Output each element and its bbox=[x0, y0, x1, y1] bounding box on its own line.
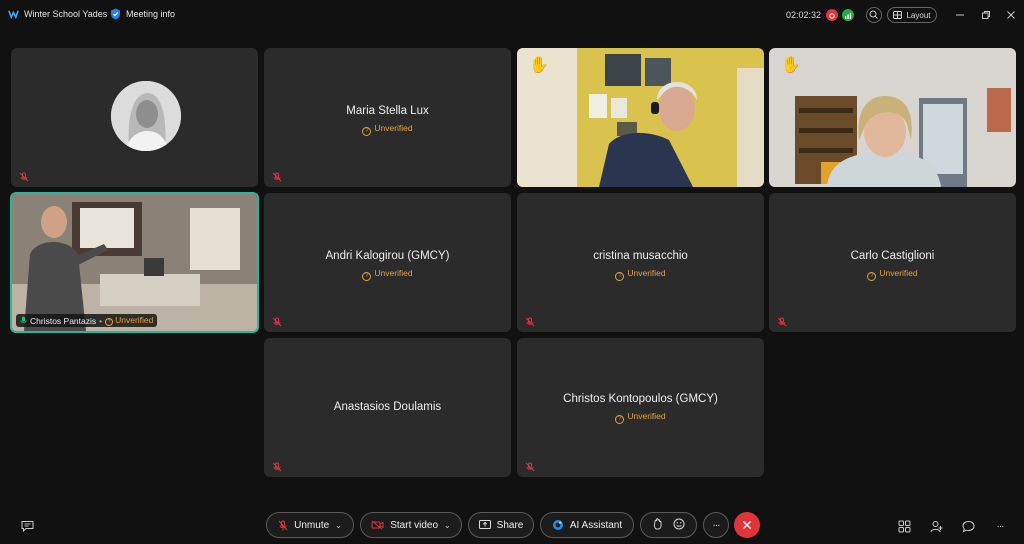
speaker-name-tag: Christos Pantazis • ? Unverified bbox=[16, 314, 158, 327]
raise-hand-button[interactable] bbox=[653, 517, 663, 533]
app-title-group: Winter School Yades bbox=[8, 8, 107, 19]
participants-button[interactable] bbox=[929, 519, 943, 533]
ai-assistant-button[interactable]: AI Assistant bbox=[540, 512, 634, 538]
chat-button[interactable] bbox=[961, 519, 975, 533]
start-video-button[interactable]: Start video ⌄ bbox=[360, 512, 462, 538]
more-panels-button[interactable]: ··· bbox=[993, 519, 1007, 533]
participant-tile[interactable]: Maria Stella Lux ? Unverified bbox=[264, 48, 511, 187]
ai-assistant-label: AI Assistant bbox=[569, 519, 623, 531]
webex-logo-icon bbox=[8, 10, 19, 19]
start-video-label: Start video bbox=[390, 519, 439, 531]
ai-assistant-icon bbox=[552, 520, 563, 530]
restore-button[interactable] bbox=[979, 8, 993, 22]
participants-icon bbox=[930, 520, 942, 532]
participant-tile[interactable]: Carlo Castiglioni ? Unverified bbox=[769, 193, 1016, 332]
restore-icon bbox=[982, 11, 990, 19]
participant-video bbox=[517, 48, 764, 187]
unverified-badge: ? Unverified bbox=[517, 411, 764, 424]
unverified-badge: ? Unverified bbox=[517, 268, 764, 281]
recording-indicator-icon[interactable] bbox=[826, 9, 838, 21]
reactions-button[interactable] bbox=[673, 518, 685, 533]
meeting-timer: 02:02:32 bbox=[786, 10, 822, 20]
participant-video bbox=[12, 194, 257, 331]
avatar bbox=[111, 81, 181, 151]
unmute-label: Unmute bbox=[294, 519, 330, 531]
warning-icon: ? bbox=[615, 272, 625, 281]
participant-name: Christos Pantazis bbox=[30, 315, 97, 326]
zoom-button[interactable] bbox=[866, 7, 882, 23]
chevron-down-icon: ⌄ bbox=[335, 520, 342, 530]
reactions-group bbox=[640, 512, 697, 538]
warning-icon: ? bbox=[105, 318, 114, 326]
participant-name: cristina musacchio bbox=[593, 250, 688, 262]
warning-icon: ? bbox=[615, 415, 625, 424]
mic-muted-icon bbox=[19, 172, 29, 182]
hand-icon bbox=[653, 517, 661, 529]
chevron-down-icon: ⌄ bbox=[444, 520, 451, 530]
raised-hand-icon: ✋ bbox=[529, 57, 549, 74]
video-off-icon bbox=[371, 520, 384, 530]
share-label: Share bbox=[496, 519, 524, 531]
share-button[interactable]: Share bbox=[468, 512, 534, 538]
participant-video-tile[interactable]: ✋ bbox=[769, 48, 1016, 187]
apps-button[interactable] bbox=[897, 519, 911, 533]
unverified-badge: ? Unverified bbox=[769, 268, 1016, 281]
raised-hand-icon: ✋ bbox=[781, 57, 801, 74]
more-dots-icon: ··· bbox=[996, 520, 1005, 532]
participant-name: Andri Kalogirou (GMCY) bbox=[325, 250, 450, 262]
layout-button[interactable]: Layout bbox=[887, 7, 937, 23]
mic-muted-icon bbox=[525, 462, 535, 472]
layout-grid-icon bbox=[893, 11, 903, 19]
participant-tile[interactable]: Christos Kontopoulos (GMCY) ? Unverified bbox=[517, 338, 764, 477]
mic-muted-icon bbox=[278, 520, 288, 530]
participant-name: Anastasios Doulamis bbox=[333, 401, 442, 413]
meeting-info-label: Meeting info bbox=[126, 9, 176, 19]
warning-icon: ? bbox=[362, 272, 372, 281]
participant-name: Christos Kontopoulos (GMCY) bbox=[563, 393, 718, 405]
more-options-button[interactable]: ··· bbox=[703, 512, 729, 538]
active-speaker-tile[interactable]: Christos Pantazis • ? Unverified bbox=[10, 192, 259, 333]
participant-tile[interactable]: Andri Kalogirou (GMCY) ? Unverified bbox=[264, 193, 511, 332]
apps-icon bbox=[898, 520, 910, 532]
participant-name: Carlo Castiglioni bbox=[850, 250, 935, 262]
participant-name: Maria Stella Lux bbox=[346, 105, 429, 117]
warning-icon: ? bbox=[362, 127, 372, 136]
mic-muted-icon bbox=[272, 172, 282, 182]
mic-muted-icon bbox=[272, 462, 282, 472]
captions-button[interactable] bbox=[20, 519, 34, 533]
mic-on-icon bbox=[20, 316, 27, 323]
shield-icon bbox=[111, 8, 120, 20]
mic-muted-icon bbox=[272, 317, 282, 327]
participant-tile-avatar[interactable] bbox=[11, 48, 258, 187]
participant-tile[interactable]: Anastasios Doulamis bbox=[264, 338, 511, 477]
magnifier-icon bbox=[869, 10, 878, 19]
minimize-button[interactable] bbox=[953, 8, 967, 22]
app-title: Winter School Yades bbox=[24, 8, 108, 19]
mic-muted-icon bbox=[777, 317, 787, 327]
chat-icon bbox=[961, 520, 975, 532]
emoji-icon bbox=[673, 518, 684, 529]
meeting-info-button[interactable]: Meeting info bbox=[110, 8, 175, 20]
end-call-button[interactable] bbox=[734, 512, 760, 538]
share-screen-icon bbox=[478, 520, 491, 529]
unmute-button[interactable]: Unmute ⌄ bbox=[266, 512, 354, 538]
close-window-button[interactable] bbox=[1004, 8, 1018, 22]
meeting-controls-bar: Unmute ⌄ Start video ⌄ Share AI Assistan… bbox=[0, 508, 1024, 544]
participant-tile[interactable]: cristina musacchio ? Unverified bbox=[517, 193, 764, 332]
unverified-badge: ? Unverified bbox=[264, 268, 511, 281]
unverified-badge: ? Unverified bbox=[105, 315, 153, 326]
participant-video-tile[interactable]: ✋ bbox=[517, 48, 764, 187]
participant-video bbox=[769, 48, 1016, 187]
more-options-icon: ··· bbox=[712, 519, 721, 531]
close-icon bbox=[1007, 11, 1015, 19]
minimize-icon bbox=[956, 14, 964, 16]
mic-muted-icon bbox=[525, 317, 535, 327]
captions-icon bbox=[21, 521, 33, 532]
title-bar: Winter School Yades Meeting info 02:02:3… bbox=[0, 0, 1024, 32]
connection-indicator-icon[interactable] bbox=[842, 9, 854, 21]
warning-icon: ? bbox=[867, 272, 877, 281]
layout-label: Layout bbox=[906, 10, 931, 20]
close-icon bbox=[743, 521, 751, 529]
unverified-badge: ? Unverified bbox=[264, 123, 511, 136]
